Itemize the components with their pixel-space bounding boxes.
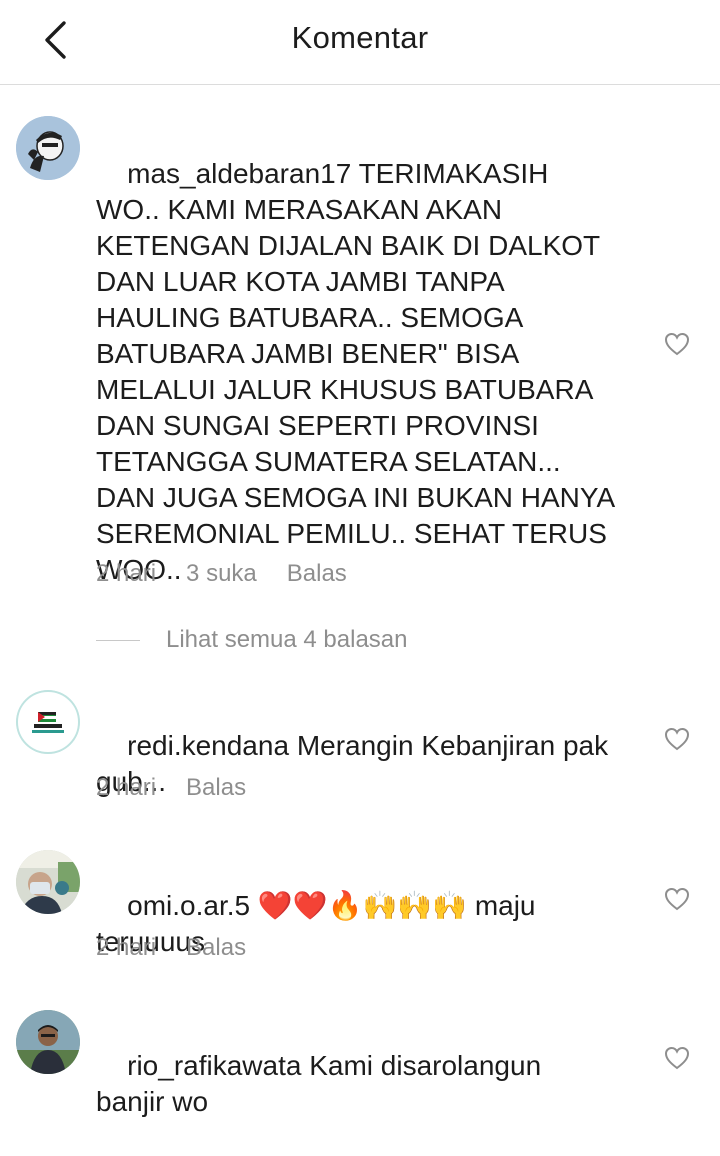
comment-time: 2 hari	[96, 774, 157, 801]
comment-username[interactable]: omi.o.ar.5	[127, 890, 250, 921]
comment-text: redi.kendana Merangin Kebanjiran pak gub…	[96, 692, 616, 836]
comment-meta: 2 hari Balas	[96, 774, 246, 802]
avatar[interactable]	[16, 690, 80, 754]
view-replies-button[interactable]: Lihat semua 4 balasan	[96, 626, 408, 654]
comment-username[interactable]: mas_aldebaran17	[127, 158, 351, 189]
view-replies-label: Lihat semua 4 balasan	[166, 626, 408, 653]
avatar[interactable]	[16, 116, 80, 180]
comment-text: mas_aldebaran17 TERIMAKASIH WO.. KAMI ME…	[96, 120, 616, 624]
comment-username[interactable]: rio_rafikawata	[127, 1050, 301, 1081]
divider-line	[96, 639, 140, 641]
heart-icon[interactable]	[664, 887, 690, 911]
header-bar: Komentar	[0, 0, 720, 85]
heart-icon[interactable]	[664, 1046, 690, 1070]
comment-time: 2 hari	[96, 560, 157, 587]
reply-button[interactable]: Balas	[186, 934, 246, 962]
comment-time: 2 hari	[96, 934, 157, 961]
comment-meta: 2 hari 3 suka Balas	[96, 560, 347, 588]
comment-meta: 2 hari Balas	[96, 934, 246, 962]
reply-button[interactable]: Balas	[287, 560, 347, 588]
reply-button[interactable]: Balas	[186, 774, 246, 802]
heart-icon[interactable]	[664, 332, 690, 356]
page-title: Komentar	[291, 20, 429, 55]
comment-content: TERIMAKASIH WO.. KAMI MERASAKAN AKAN KET…	[96, 158, 622, 585]
comment-username[interactable]: redi.kendana	[127, 730, 289, 761]
avatar[interactable]	[16, 1010, 80, 1074]
comment-text: omi.o.ar.5 ❤️❤️🔥🙌🙌🙌 maju teruuuus	[96, 852, 616, 996]
heart-icon[interactable]	[664, 727, 690, 751]
comment-text: rio_rafikawata Kami disarolangun banjir …	[96, 1012, 616, 1156]
avatar[interactable]	[16, 850, 80, 914]
comment-likes[interactable]: 3 suka	[186, 560, 257, 588]
